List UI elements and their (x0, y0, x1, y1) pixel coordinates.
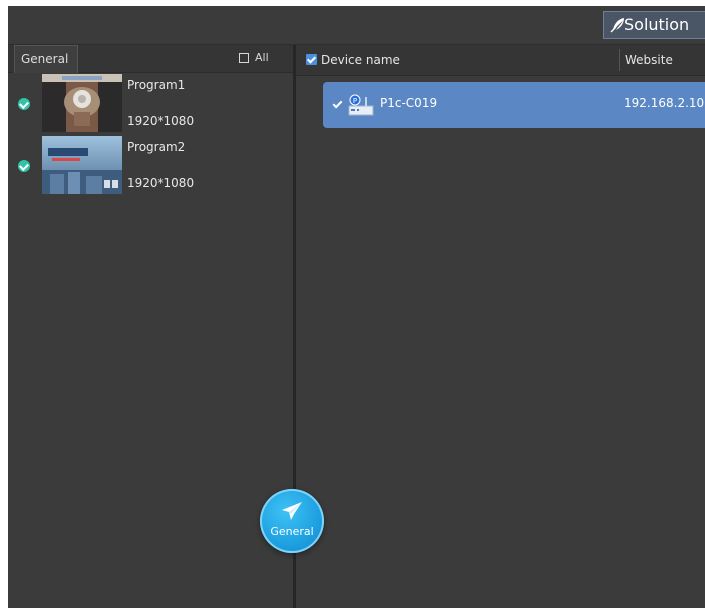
program-list-header: General All (8, 45, 293, 73)
device-name: P1c-C019 (380, 96, 438, 110)
program-thumbnail (42, 136, 122, 194)
program-name: Program2 (127, 140, 186, 154)
program-item[interactable]: Program1 1920*1080 (8, 74, 293, 134)
program-check-icon[interactable] (18, 98, 30, 110)
tab-general[interactable]: General (14, 45, 78, 73)
select-all-label[interactable]: All (255, 51, 269, 64)
device-row[interactable]: P P1c-C019 192.168.2.102 (323, 82, 705, 128)
svg-text:P: P (353, 97, 357, 105)
device-list-panel: Device name Website P P1c-C019 192.168.2… (296, 45, 705, 608)
device-router-icon: P (348, 94, 374, 116)
general-fab-button[interactable]: General (260, 489, 324, 553)
column-website[interactable]: Website (625, 53, 673, 67)
top-toolbar: Solution (8, 6, 705, 45)
program-item[interactable]: Program2 1920*1080 (8, 136, 293, 196)
program-resolution: 1920*1080 (127, 176, 195, 190)
fab-label: General (270, 525, 314, 538)
select-all-checkbox[interactable] (239, 53, 249, 63)
program-name: Program1 (127, 78, 186, 92)
program-thumbnail (42, 74, 122, 132)
program-list-panel: General All Program1 1920*1080 Program2 … (8, 45, 293, 608)
solution-label: Solution (624, 15, 690, 34)
program-check-icon[interactable] (18, 160, 30, 172)
select-all-devices-checkbox[interactable] (306, 54, 317, 65)
solution-button[interactable]: Solution (603, 11, 705, 39)
column-divider (619, 49, 620, 71)
program-resolution: 1920*1080 (127, 114, 195, 128)
device-table-header: Device name Website (296, 45, 705, 76)
feather-icon (610, 18, 624, 33)
device-website: 192.168.2.102 (624, 96, 705, 110)
app-window: Solution General All Program1 1920*1080 … (8, 6, 705, 608)
column-device-name[interactable]: Device name (321, 53, 400, 67)
device-check-icon[interactable] (332, 99, 343, 110)
send-plane-icon (282, 502, 302, 520)
